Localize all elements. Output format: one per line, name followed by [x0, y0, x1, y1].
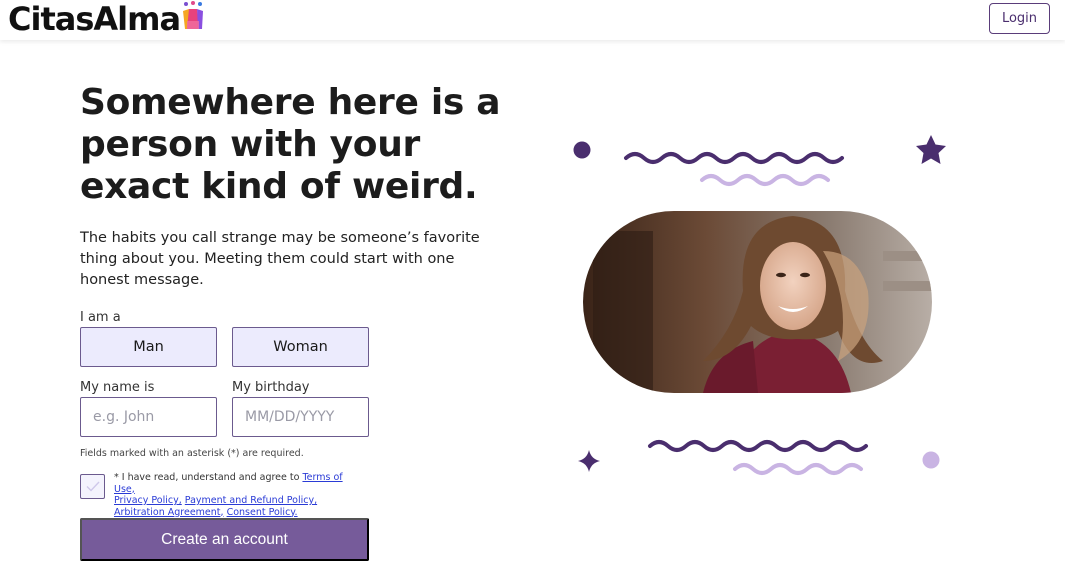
payment-refund-policy-link[interactable]: Payment and Refund Policy,: [185, 495, 317, 506]
wave-top-dark-icon: [624, 152, 844, 164]
sparkle-bottom-left-icon: [578, 450, 600, 472]
create-account-button[interactable]: Create an account: [80, 518, 369, 561]
gender-option-woman[interactable]: Woman: [232, 327, 369, 367]
gender-option-man[interactable]: Man: [80, 327, 217, 367]
consent-policy-link[interactable]: Consent Policy.: [227, 507, 298, 518]
login-button[interactable]: Login: [989, 3, 1050, 34]
name-input[interactable]: [80, 397, 217, 437]
name-label: My name is: [80, 380, 155, 395]
site-logo[interactable]: CitasAlma: [8, 1, 204, 37]
dot-top-left-icon: [573, 141, 591, 159]
hero-subtext: The habits you call strange may be someo…: [80, 230, 480, 288]
birthday-input[interactable]: [232, 397, 369, 437]
wave-bottom-light-icon: [733, 463, 863, 475]
logo-text: CitasAlma: [8, 0, 181, 38]
required-fields-note: Fields marked with an asterisk (*) are r…: [80, 448, 304, 459]
multicolor-people-logo-icon: [182, 0, 204, 35]
terms-checkbox[interactable]: [80, 474, 105, 499]
arbitration-agreement-link[interactable]: Arbitration Agreement,: [114, 507, 224, 518]
wave-bottom-dark-icon: [648, 440, 868, 452]
birthday-label: My birthday: [232, 380, 310, 395]
star-top-right-icon: [916, 135, 946, 164]
terms-prefix: * I have read, understand and agree to: [114, 472, 303, 483]
checkmark-icon: [86, 477, 100, 496]
wave-top-light-icon: [700, 174, 830, 186]
top-header: CitasAlma Login: [0, 0, 1065, 40]
privacy-policy-link[interactable]: Privacy Policy,: [114, 495, 182, 506]
hero-headline: Somewhere here is a person with your exa…: [80, 82, 501, 207]
dot-bottom-right-icon: [922, 451, 940, 469]
hero-photo: [583, 211, 932, 393]
terms-text: * I have read, understand and agree to T…: [114, 472, 364, 518]
gender-label: I am a: [80, 310, 121, 325]
